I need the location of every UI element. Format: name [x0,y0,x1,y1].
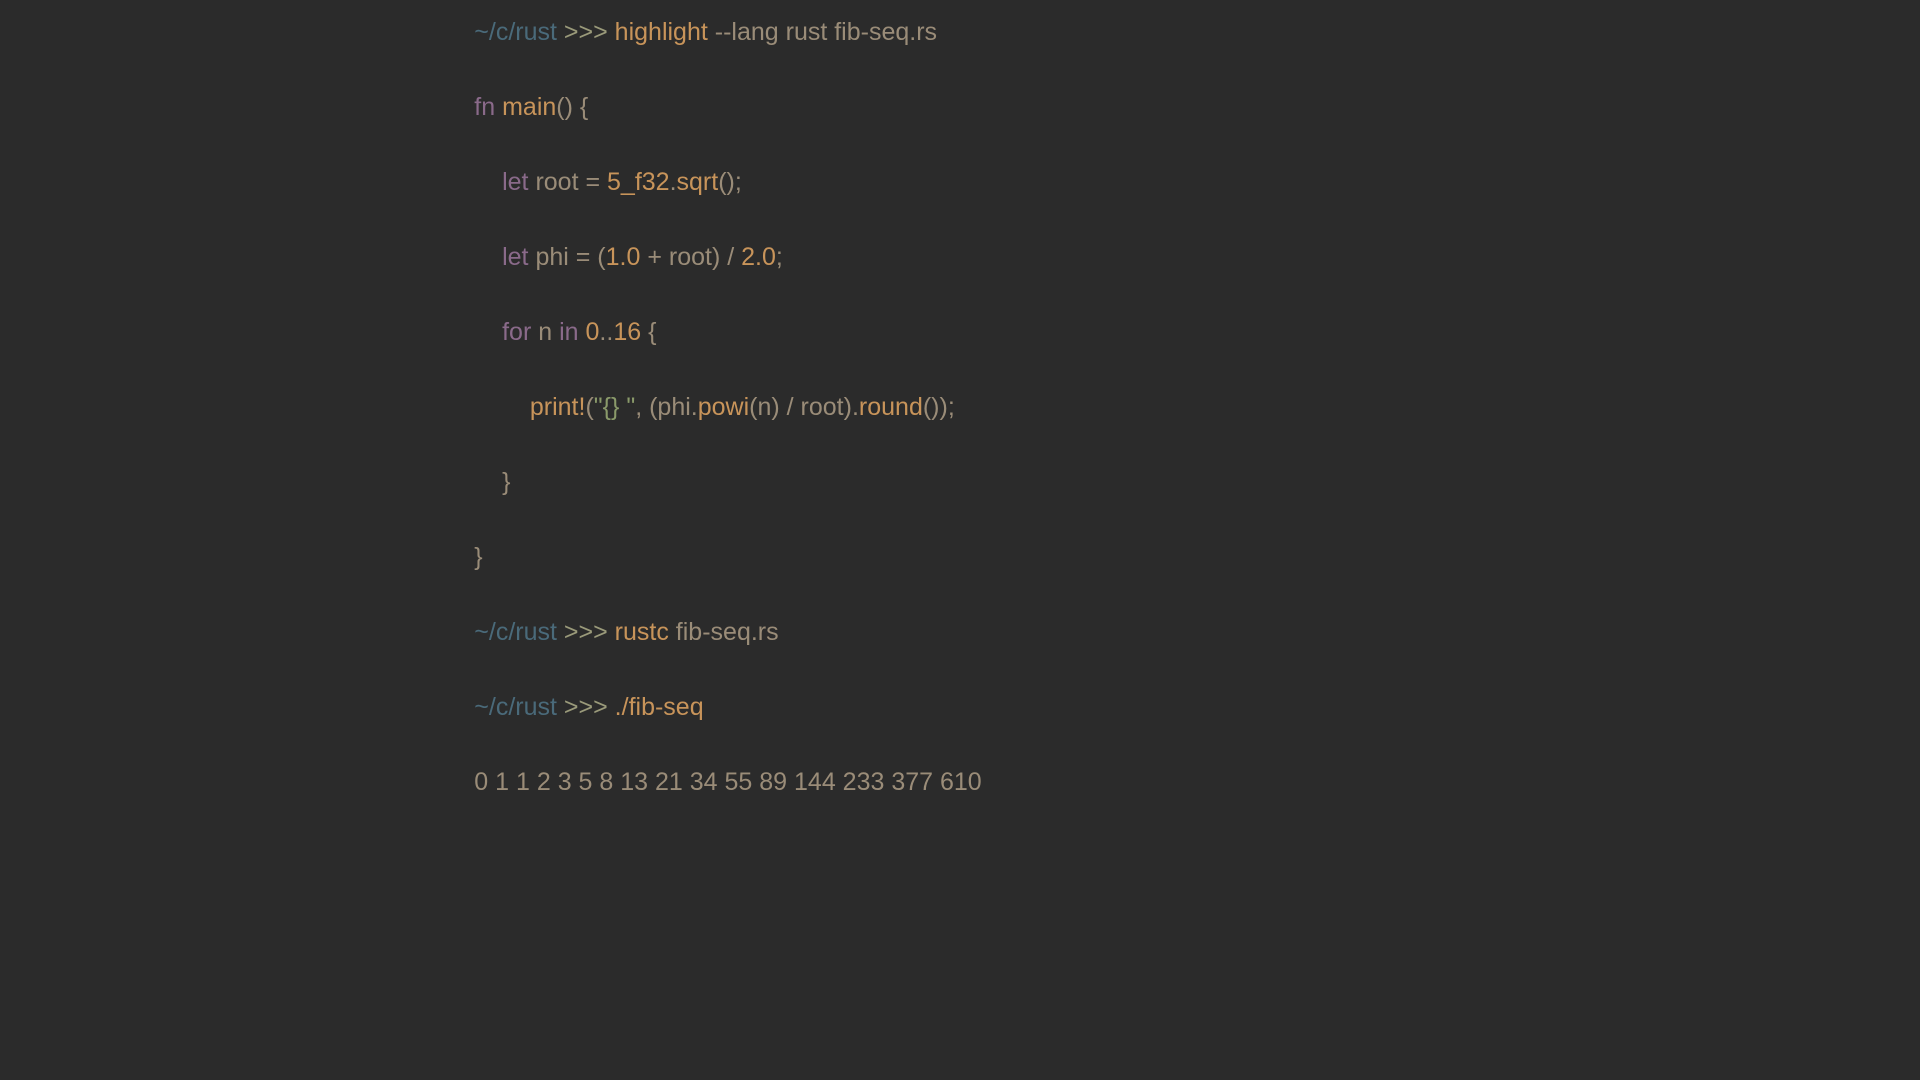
keyword-in: in [559,318,578,346]
keyword-fn: fn [474,93,495,121]
code-line-1: fn main() { [474,89,981,127]
program-output: 0 1 1 2 3 5 8 13 21 34 55 89 144 233 377… [474,768,981,796]
string-literal: "{} " [594,393,635,421]
keyword-let: let [502,168,528,196]
number-literal: 5_f32 [607,168,670,196]
output-line: 0 1 1 2 3 5 8 13 21 34 55 89 144 233 377… [474,764,981,802]
prompt-line-1: ~/c/rust >>> highlight --lang rust fib-s… [474,14,981,52]
command: highlight [615,18,708,46]
path-segment: ~/c/rust [474,18,557,46]
code-line-6: } [474,464,981,502]
terminal-output: ~/c/rust >>> highlight --lang rust fib-s… [474,0,981,839]
command-args: fib-seq.rs [669,618,779,646]
prompt-line-3: ~/c/rust >>> ./fib-seq [474,689,981,727]
number-literal: 2.0 [741,243,776,271]
command-args: --lang rust fib-seq.rs [708,18,937,46]
number-literal: 16 [613,318,641,346]
fn-name: main [502,93,556,121]
prompt-symbol: >>> [557,18,615,46]
prompt-line-2: ~/c/rust >>> rustc fib-seq.rs [474,614,981,652]
code-line-4: for n in 0..16 { [474,314,981,352]
prompt-symbol: >>> [557,618,615,646]
path-segment: ~/c/rust [474,618,557,646]
path-segment: ~/c/rust [474,693,557,721]
command: rustc [615,618,669,646]
number-literal: 0 [586,318,600,346]
code-line-2: let root = 5_f32.sqrt(); [474,164,981,202]
code-line-7: } [474,539,981,577]
code-line-5: print!("{} ", (phi.powi(n) / root).round… [474,389,981,427]
command: ./fib-seq [615,693,704,721]
keyword-for: for [502,318,531,346]
method-call: sqrt [677,168,719,196]
macro-call: print! [530,393,586,421]
prompt-symbol: >>> [557,693,615,721]
keyword-let: let [502,243,528,271]
number-literal: 1.0 [606,243,641,271]
method-call: round [859,393,923,421]
method-call: powi [698,393,749,421]
code-line-3: let phi = (1.0 + root) / 2.0; [474,239,981,277]
